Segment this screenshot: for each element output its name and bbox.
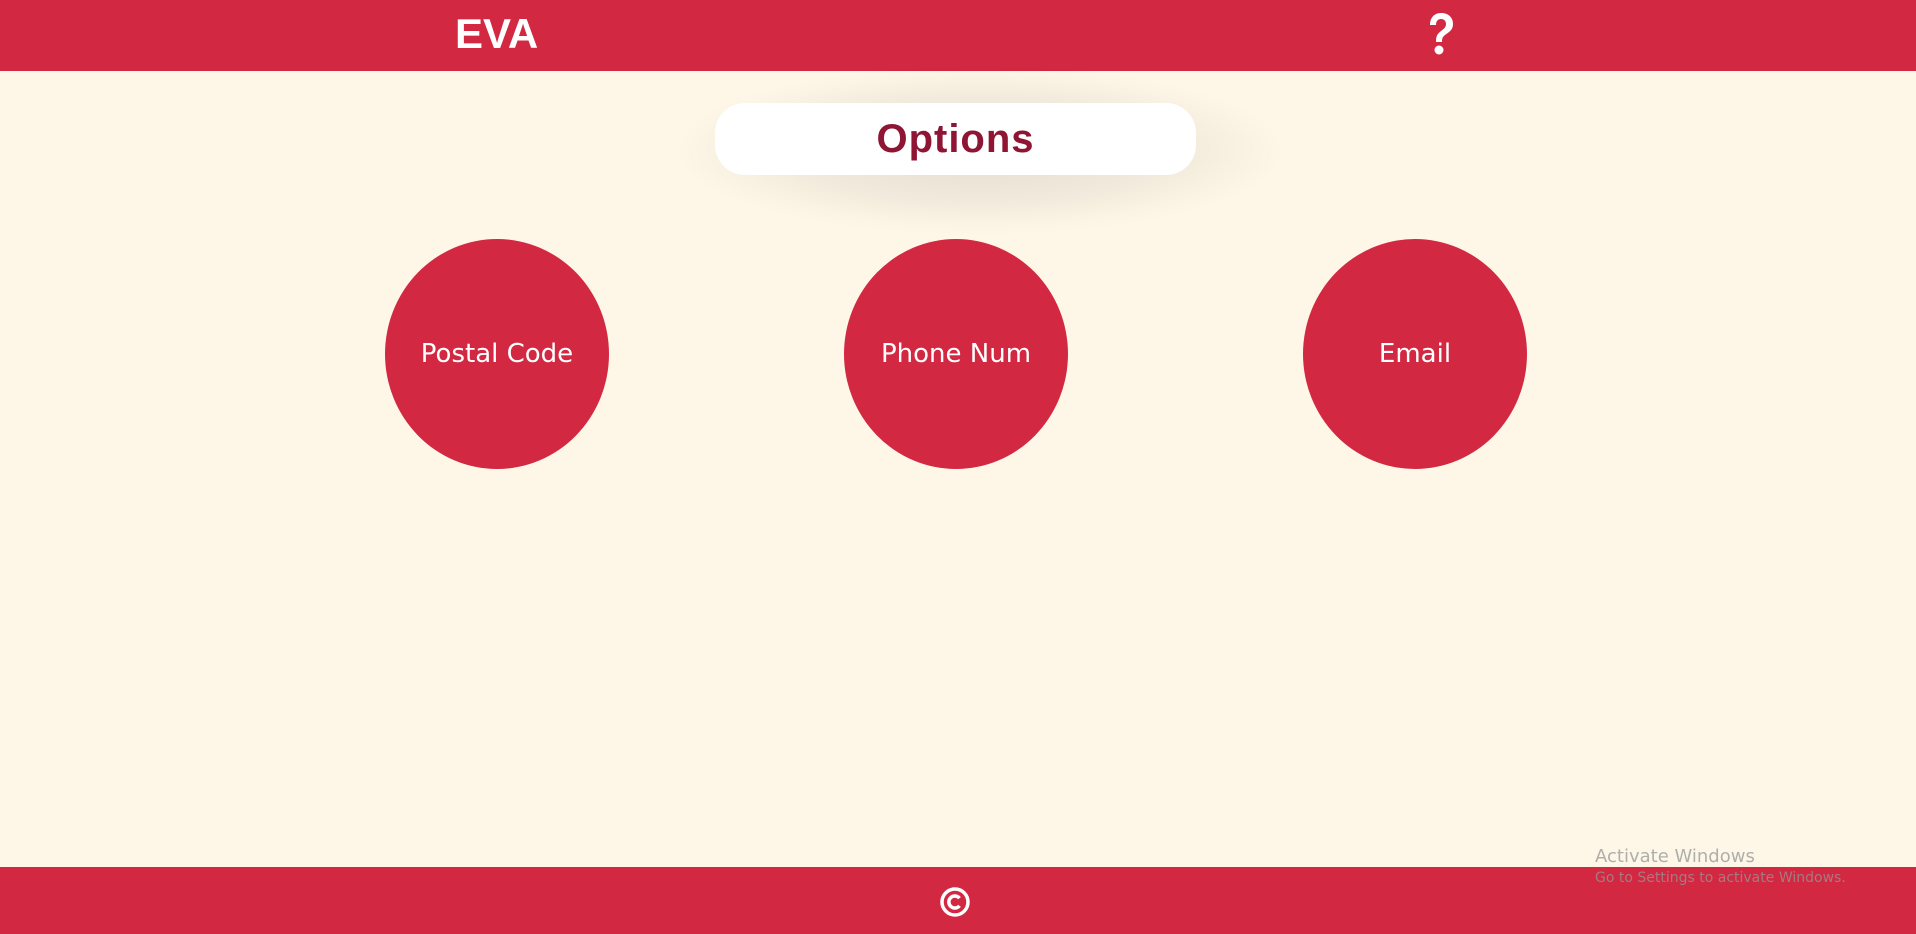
option-label: Postal Code: [420, 339, 574, 369]
help-question-icon[interactable]: [1420, 8, 1462, 60]
watermark-subtitle: Go to Settings to activate Windows.: [1595, 870, 1846, 886]
option-label: Email: [1378, 339, 1452, 369]
option-label: Phone Num: [880, 339, 1032, 369]
watermark-title: Activate Windows: [1595, 846, 1755, 867]
top-bar: EVA: [0, 0, 1916, 71]
page-title: Options: [876, 116, 1035, 161]
copyright-icon: [939, 886, 971, 918]
email-option-button[interactable]: Email: [1303, 239, 1527, 469]
activate-windows-watermark: Activate Windows Go to Settings to activ…: [1595, 845, 1846, 887]
brand-logo-text[interactable]: EVA: [455, 10, 538, 58]
options-title-card: Options: [715, 103, 1196, 175]
postal-code-option-button[interactable]: Postal Code: [385, 239, 609, 469]
phone-num-option-button[interactable]: Phone Num: [844, 239, 1068, 469]
